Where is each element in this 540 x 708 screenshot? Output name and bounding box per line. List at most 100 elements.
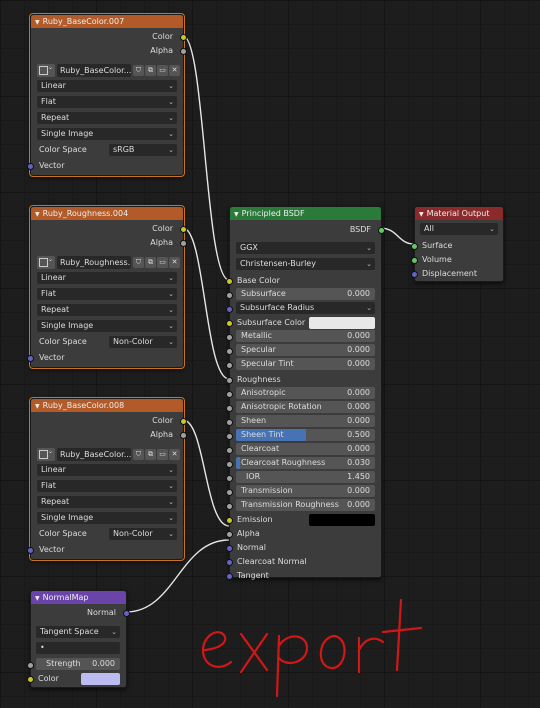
- color-space-dropdown[interactable]: sRGB ⌄: [109, 144, 177, 156]
- node-header[interactable]: ▼ Ruby_BaseColor.008: [31, 399, 183, 412]
- fake-user-shield-icon[interactable]: ⛉: [133, 449, 144, 460]
- input-subsurface-color-socket[interactable]: [226, 320, 233, 327]
- projection-dropdown[interactable]: Flat ⌄: [37, 480, 177, 492]
- image-texture-node-3[interactable]: ▼ Ruby_BaseColor.008 Color Alpha ⌄ Ruby_B…: [27, 397, 187, 561]
- output-alpha-socket[interactable]: [180, 240, 187, 247]
- image-selector[interactable]: ⌄ Ruby_BaseColor... ⛉ ⧉ ▭ ✕: [37, 64, 180, 77]
- input-specular-tint-socket[interactable]: [226, 362, 233, 369]
- color-space-dropdown[interactable]: Non-Color ⌄: [109, 528, 177, 540]
- fake-user-shield-icon[interactable]: ⛉: [133, 65, 144, 76]
- input-specular-socket[interactable]: [226, 348, 233, 355]
- input-vector-socket[interactable]: [27, 355, 34, 362]
- input-alpha-socket[interactable]: [226, 531, 233, 538]
- input-base-color-socket[interactable]: [226, 278, 233, 285]
- color-space-dropdown[interactable]: Non-Color ⌄: [109, 336, 177, 348]
- transmission-roughness-field[interactable]: Transmission Roughness 0.000: [236, 499, 375, 511]
- image-selector[interactable]: ⌄ Ruby_BaseColor... ⛉ ⧉ ▭ ✕: [37, 448, 180, 461]
- normal-color-swatch[interactable]: [81, 673, 120, 685]
- subsurface-field[interactable]: Subsurface 0.000: [236, 288, 375, 300]
- input-transmission-socket[interactable]: [226, 489, 233, 496]
- output-alpha-socket[interactable]: [180, 48, 187, 55]
- distribution-dropdown[interactable]: GGX ⌄: [236, 242, 375, 254]
- source-dropdown[interactable]: Single Image ⌄: [37, 128, 177, 140]
- open-folder-icon[interactable]: ▭: [157, 257, 168, 268]
- input-metallic-socket[interactable]: [226, 334, 233, 341]
- duplicate-icon[interactable]: ⧉: [145, 257, 156, 268]
- duplicate-icon[interactable]: ⧉: [145, 65, 156, 76]
- collapse-triangle-icon[interactable]: ▼: [419, 211, 424, 218]
- transmission-field[interactable]: Transmission 0.000: [236, 485, 375, 497]
- subsurface-color-swatch[interactable]: [309, 317, 375, 329]
- principled-bsdf-node[interactable]: ▼ Principled BSDF BSDF GGX ⌄ Christensen-B…: [226, 206, 385, 580]
- input-ior-socket[interactable]: [226, 475, 233, 482]
- output-alpha-socket[interactable]: [180, 432, 187, 439]
- input-emission-socket[interactable]: [226, 517, 233, 524]
- input-transmission-roughness-socket[interactable]: [226, 503, 233, 510]
- extension-dropdown[interactable]: Repeat ⌄: [37, 496, 177, 508]
- collapse-triangle-icon[interactable]: ▼: [234, 211, 239, 218]
- unlink-x-icon[interactable]: ✕: [169, 257, 180, 268]
- sheen-field[interactable]: Sheen 0.000: [236, 415, 375, 427]
- output-color-socket[interactable]: [180, 418, 187, 425]
- strength-field[interactable]: Strength 0.000: [36, 658, 120, 670]
- interpolation-dropdown[interactable]: Linear ⌄: [37, 272, 177, 284]
- interpolation-dropdown[interactable]: Linear ⌄: [37, 464, 177, 476]
- input-strength-socket[interactable]: [27, 662, 34, 669]
- input-vector-socket[interactable]: [27, 547, 34, 554]
- input-subsurface-socket[interactable]: [226, 292, 233, 299]
- input-vector-socket[interactable]: [27, 163, 34, 170]
- anisotropic-field[interactable]: Anisotropic 0.000: [236, 387, 375, 399]
- material-output-node[interactable]: ▼ Material Output All ⌄ Surface Volume Dis…: [411, 206, 504, 282]
- metallic-field[interactable]: Metallic 0.000: [236, 330, 375, 342]
- output-color-socket[interactable]: [180, 226, 187, 233]
- interpolation-dropdown[interactable]: Linear ⌄: [37, 80, 177, 92]
- extension-dropdown[interactable]: Repeat ⌄: [37, 112, 177, 124]
- uv-map-field[interactable]: •: [36, 642, 120, 654]
- specular-field[interactable]: Specular 0.000: [236, 344, 375, 356]
- projection-dropdown[interactable]: Flat ⌄: [37, 288, 177, 300]
- input-clearcoat-socket[interactable]: [226, 447, 233, 454]
- projection-dropdown[interactable]: Flat ⌄: [37, 96, 177, 108]
- input-clearcoat-normal-socket[interactable]: [226, 559, 233, 566]
- input-anisotropic-rotation-socket[interactable]: [226, 405, 233, 412]
- ior-field[interactable]: IOR 1.450: [236, 471, 375, 483]
- input-volume-socket[interactable]: [411, 257, 418, 264]
- specular-tint-field[interactable]: Specular Tint 0.000: [236, 358, 375, 370]
- node-header[interactable]: ▼ Principled BSDF: [230, 207, 381, 220]
- emission-color-swatch[interactable]: [309, 514, 375, 526]
- image-name-field[interactable]: Ruby_BaseColor...: [57, 64, 131, 77]
- input-color-socket[interactable]: [27, 676, 34, 683]
- input-roughness-socket[interactable]: [226, 377, 233, 384]
- input-sheen-tint-socket[interactable]: [226, 433, 233, 440]
- extension-dropdown[interactable]: Repeat ⌄: [37, 304, 177, 316]
- output-normal-socket[interactable]: [123, 610, 130, 617]
- input-surface-socket[interactable]: [411, 243, 418, 250]
- node-header[interactable]: ▼ NormalMap: [31, 591, 126, 604]
- image-texture-node-2[interactable]: ▼ Ruby_Roughness.004 Color Alpha ⌄ Ruby_R…: [27, 205, 187, 369]
- sheen-tint-slider[interactable]: Sheen Tint 0.500: [236, 429, 375, 441]
- collapse-triangle-icon[interactable]: ▼: [35, 19, 40, 26]
- collapse-triangle-icon[interactable]: ▼: [35, 211, 40, 218]
- space-dropdown[interactable]: Tangent Space ⌄: [36, 626, 120, 638]
- input-clearcoat-roughness-socket[interactable]: [226, 461, 233, 468]
- image-name-field[interactable]: Ruby_BaseColor...: [57, 448, 131, 461]
- clearcoat-field[interactable]: Clearcoat 0.000: [236, 443, 375, 455]
- duplicate-icon[interactable]: ⧉: [145, 449, 156, 460]
- image-selector[interactable]: ⌄ Ruby_Roughness... ⛉ ⧉ ▭ ✕: [37, 256, 180, 269]
- anisotropic-rotation-field[interactable]: Anisotropic Rotation 0.000: [236, 401, 375, 413]
- image-browse-icon[interactable]: ⌄: [37, 448, 55, 461]
- input-subsurface-radius-socket[interactable]: [226, 306, 233, 313]
- image-texture-node-1[interactable]: ▼ Ruby_BaseColor.007 Color Alpha ⌄ Ruby_B…: [27, 13, 187, 177]
- subsurface-method-dropdown[interactable]: Christensen-Burley ⌄: [236, 258, 375, 270]
- normal-map-node[interactable]: ▼ NormalMap Normal Tangent Space ⌄ • Stren…: [27, 590, 130, 688]
- source-dropdown[interactable]: Single Image ⌄: [37, 320, 177, 332]
- clearcoat-roughness-slider[interactable]: Clearcoat Roughness 0.030: [236, 457, 375, 469]
- target-dropdown[interactable]: All ⌄: [420, 223, 498, 235]
- image-name-field[interactable]: Ruby_Roughness...: [57, 256, 131, 269]
- input-tangent-socket[interactable]: [226, 573, 233, 580]
- input-displacement-socket[interactable]: [411, 271, 418, 278]
- input-normal-socket[interactable]: [226, 545, 233, 552]
- source-dropdown[interactable]: Single Image ⌄: [37, 512, 177, 524]
- subsurface-radius-dropdown[interactable]: Subsurface Radius ⌄: [236, 302, 375, 314]
- image-browse-icon[interactable]: ⌄: [37, 256, 55, 269]
